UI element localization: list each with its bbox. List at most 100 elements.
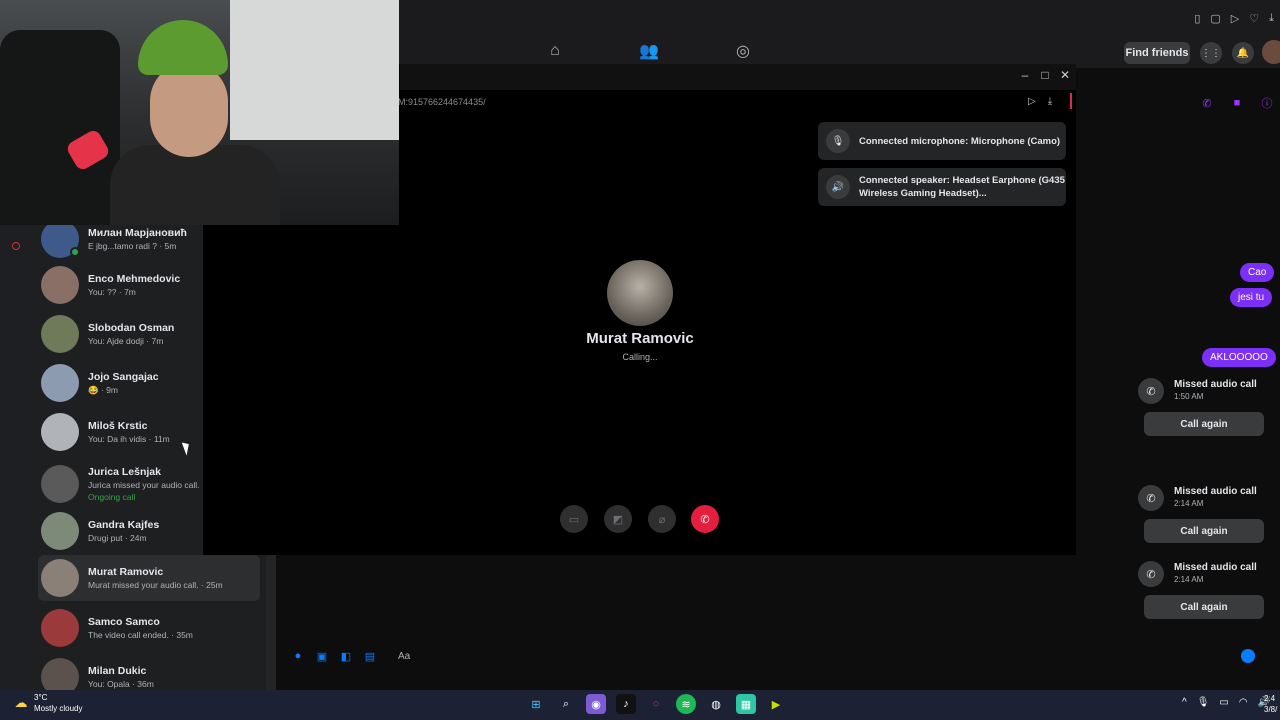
monitor-icon[interactable]: ▭ — [1219, 697, 1228, 708]
video-camera-icon[interactable]: ■ — [1230, 96, 1244, 110]
missed-call-time: 2:14 AM — [1174, 499, 1204, 508]
chat-list-item-active[interactable]: Murat Ramovic Murat missed your audio cal… — [38, 555, 260, 601]
play-icon[interactable]: ▷ — [1231, 12, 1239, 25]
mic-off-icon: ⌀ — [658, 513, 666, 526]
conversation-actions: ✆ ■ ⓘ — [1200, 96, 1274, 110]
call-window-titlebar — [400, 64, 1076, 90]
friends-icon[interactable]: 👥 — [634, 36, 664, 66]
chat-name: Jojo Sangajac — [88, 371, 159, 383]
chat-list-item[interactable]: Samco Samco The video call ended. · 35m — [38, 605, 260, 651]
chat-preview: The video call ended. · 35m — [88, 630, 193, 640]
download-icon[interactable]: ⤓ — [1269, 12, 1274, 25]
screen: ▯ ▢ ▷ ♡ ⤓ ⌂ 👥 ◎ Find friends ⋮⋮ 🔔 Милан … — [0, 0, 1280, 720]
opera-icon[interactable]: ○ — [646, 694, 666, 714]
message-input[interactable]: Aa — [392, 645, 1212, 667]
missed-call-time: 1:50 AM — [1174, 392, 1204, 401]
call-again-button[interactable]: Call again — [1144, 595, 1264, 619]
video-off-icon: ◩ — [612, 513, 624, 526]
profile-avatar[interactable] — [1262, 40, 1280, 64]
call-status: Calling... — [622, 352, 658, 362]
tab-icon[interactable]: ▢ — [1210, 12, 1220, 25]
webcam-background — [230, 0, 399, 140]
taskbar-apps: ⊞ ⌕ ◉ ♪ ○ ≋ ◍ ▦ ▶ — [526, 694, 786, 714]
chrome-icon[interactable]: ◍ — [706, 694, 726, 714]
chat-name: Милан Марјановић — [88, 227, 187, 239]
time: 2:4 — [1264, 694, 1276, 703]
message-bubble: AKLOOOOO — [1202, 348, 1276, 367]
avatar — [41, 266, 79, 304]
app-icon[interactable]: ▦ — [736, 694, 756, 714]
chat-preview: 😂 · 9m — [88, 385, 118, 395]
chat-name: Miloš Krstic — [88, 420, 148, 432]
maximize-icon[interactable]: □ — [1038, 68, 1052, 82]
close-icon[interactable]: ✕ — [1058, 68, 1072, 82]
weather-description: Mostly cloudy — [34, 704, 83, 713]
device-toast: 🔊 Connected speaker: Headset Earphone (G… — [818, 168, 1066, 206]
chat-preview: You: Da ih vidis · 11m — [88, 434, 170, 444]
microphone-icon[interactable]: 🎙 — [1197, 697, 1210, 708]
chevron-up-icon[interactable]: ^ — [1182, 697, 1187, 708]
chat-list-item[interactable]: Milan Dukic You: Opala · 36m — [38, 654, 260, 690]
download-icon[interactable]: ⤓ — [1048, 96, 1052, 107]
home-icon[interactable]: ⌂ — [540, 36, 570, 66]
chat-preview: You: Ajde dodji · 7m — [88, 336, 164, 346]
discord-icon[interactable]: ◉ — [586, 694, 606, 714]
menu-grid-icon[interactable]: ⋮⋮ — [1200, 42, 1222, 64]
groups-icon[interactable]: ◎ — [728, 36, 758, 66]
search-icon[interactable]: ⌕ — [556, 694, 576, 714]
call-again-button[interactable]: Call again — [1144, 519, 1264, 543]
avatar — [41, 559, 79, 597]
bookmark-icon[interactable]: ▯ — [1194, 12, 1200, 25]
missed-call-title: Missed audio call — [1174, 379, 1257, 390]
avatar — [41, 413, 79, 451]
emoji-icon[interactable] — [1241, 649, 1255, 663]
weather-widget[interactable]: ☁ 3°C Mostly cloudy — [12, 692, 83, 714]
ongoing-call-label: Ongoing call — [88, 492, 136, 502]
callee-name: Murat Ramovic — [586, 330, 694, 347]
chat-preview: E jbg...tamo radi ? · 5m — [88, 241, 177, 251]
toast-text: Connected microphone: Microphone (Camo) — [859, 135, 1061, 147]
chat-name: Milan Dukic — [88, 665, 147, 677]
share-screen-button[interactable]: ▭ — [560, 505, 588, 533]
chat-name: Gandra Kajfes — [88, 519, 160, 531]
webcam-person-hat — [138, 20, 228, 75]
image-icon[interactable]: ▣ — [314, 648, 330, 664]
chat-name: Murat Ramovic — [88, 566, 164, 578]
settings-icon[interactable] — [12, 242, 20, 250]
toast-text: Connected speaker: Headset Earphone (G43… — [859, 175, 1065, 199]
notifications-bell-icon[interactable]: 🔔 — [1232, 42, 1254, 64]
spotify-icon[interactable]: ≋ — [676, 694, 696, 714]
video-toggle-button[interactable]: ◩ — [604, 505, 632, 533]
phone-icon[interactable]: ✆ — [1200, 96, 1214, 110]
mute-button[interactable]: ⌀ — [648, 505, 676, 533]
temperature: 3°C — [34, 693, 48, 702]
find-friends-button[interactable]: Find friends — [1124, 42, 1190, 64]
avatar — [41, 658, 79, 690]
date: 3/8/ — [1264, 705, 1278, 714]
wifi-icon[interactable]: ◠ — [1239, 697, 1248, 708]
minimize-icon[interactable]: – — [1018, 68, 1032, 82]
missed-call-title: Missed audio call — [1174, 486, 1257, 497]
missed-call-icon: ✆ — [1138, 561, 1164, 587]
avatar — [41, 364, 79, 402]
windows-start-icon[interactable]: ⊞ — [526, 694, 546, 714]
message-bubble: Cao — [1240, 263, 1275, 282]
chat-name: Enco Mehmedovic — [88, 273, 181, 285]
microphone-icon[interactable]: ● — [290, 648, 306, 664]
tiktok-icon[interactable]: ♪ — [616, 694, 636, 714]
call-again-button[interactable]: Call again — [1144, 412, 1264, 436]
missed-call-card: ✆ Missed audio call 1:50 AM Call again — [1138, 378, 1268, 436]
taskbar-clock[interactable]: 2:4 3/8/ — [1264, 693, 1277, 715]
online-indicator — [70, 247, 80, 257]
message-bubble: jesi tu — [1230, 288, 1273, 307]
missed-call-icon: ✆ — [1138, 485, 1164, 511]
sticker-icon[interactable]: ◧ — [338, 648, 354, 664]
info-icon[interactable]: ⓘ — [1260, 96, 1274, 110]
gif-icon[interactable]: ▤ — [362, 648, 378, 664]
heart-icon[interactable]: ♡ — [1249, 12, 1259, 25]
end-call-button[interactable]: ✆ — [691, 505, 719, 533]
chat-preview: You: ?? · 7m — [88, 287, 136, 297]
chat-preview: You: Opala · 36m — [88, 679, 154, 689]
game-launcher-icon[interactable]: ▶ — [766, 694, 786, 714]
play-icon[interactable]: ▷ — [1028, 96, 1036, 107]
